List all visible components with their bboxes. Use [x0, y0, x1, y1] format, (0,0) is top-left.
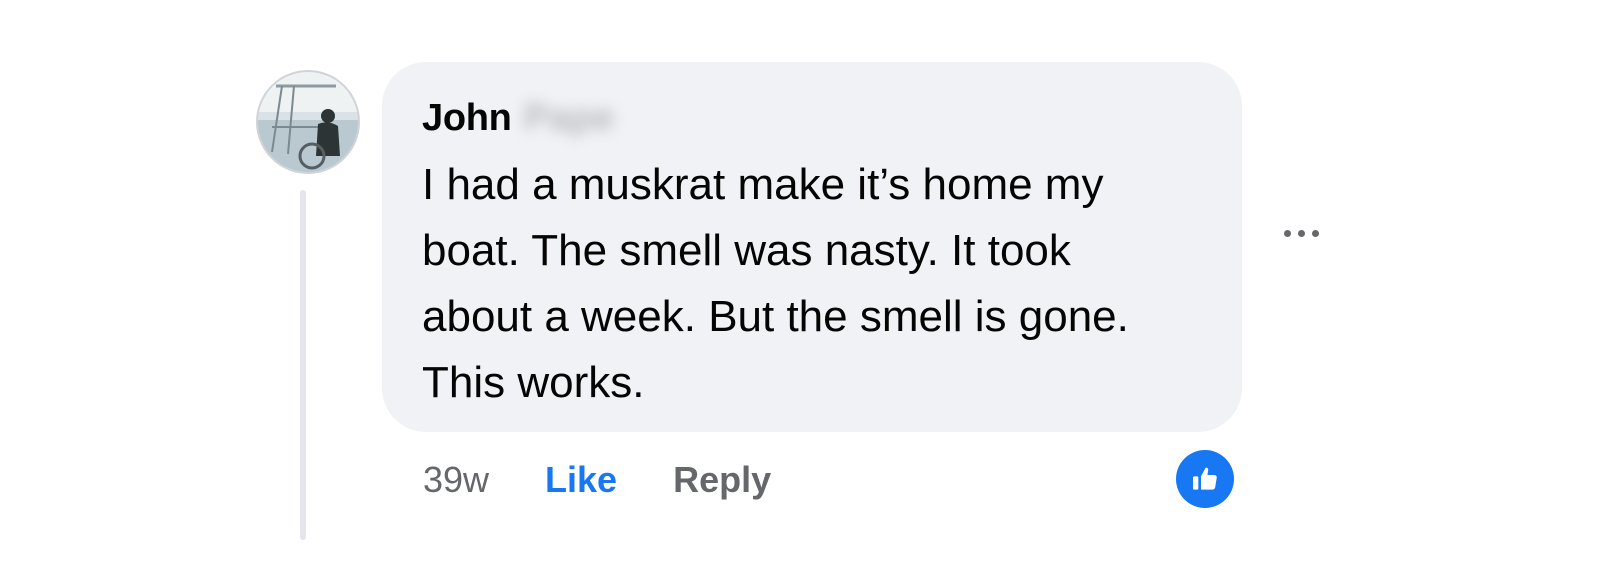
comment-actions: 39w Like Reply — [423, 450, 771, 510]
author-last-name-blurred[interactable]: Pape — [524, 97, 615, 140]
more-dot — [1284, 230, 1291, 237]
comment-thread: John Pape I had a muskrat make it’s home… — [0, 0, 1600, 576]
more-dot — [1298, 230, 1305, 237]
more-options-icon[interactable] — [1284, 230, 1319, 237]
more-dot — [1312, 230, 1319, 237]
comment-timestamp[interactable]: 39w — [423, 459, 489, 501]
like-button[interactable]: Like — [545, 459, 617, 501]
author-first-name[interactable]: John — [422, 97, 512, 140]
thumbs-up-glyph — [1193, 467, 1217, 490]
comment-text: I had a muskrat make it’s home my boat. … — [422, 160, 1129, 407]
avatar[interactable] — [256, 70, 360, 174]
reply-button[interactable]: Reply — [673, 459, 771, 501]
thumbs-up-icon[interactable] — [1176, 450, 1234, 508]
comment-bubble: John Pape I had a muskrat make it’s home… — [382, 62, 1242, 432]
avatar-image — [258, 72, 358, 172]
thread-line — [300, 190, 306, 540]
comment-author: John Pape — [422, 92, 1202, 144]
